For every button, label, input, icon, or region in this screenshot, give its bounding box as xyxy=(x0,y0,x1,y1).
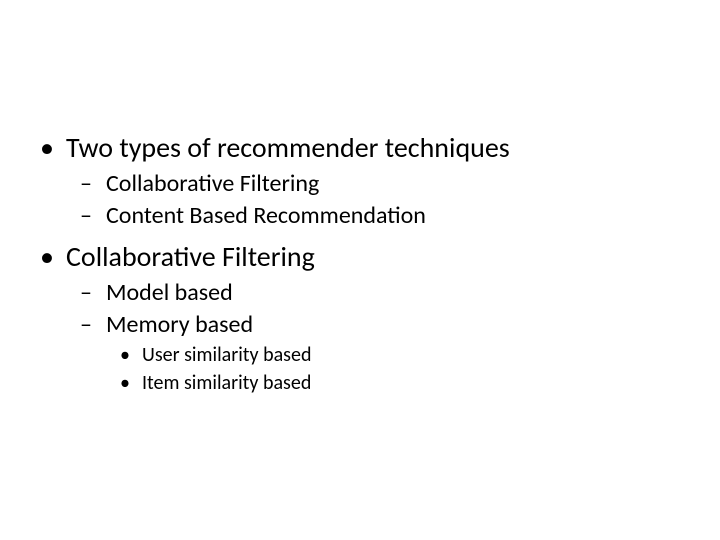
bullet-l3: • Item similarity based xyxy=(40,370,720,396)
bullet-disc-icon: • xyxy=(40,130,66,165)
bullet-text: Content Based Recommendation xyxy=(106,201,720,231)
bullet-text: Memory based xyxy=(106,310,720,340)
bullet-dash-icon: – xyxy=(80,169,106,199)
bullet-text: Collaborative Filtering xyxy=(106,169,720,199)
bullet-text: Model based xyxy=(106,278,720,308)
slide: • Two types of recommender techniques – … xyxy=(0,0,720,540)
bullet-text: User similarity based xyxy=(142,342,720,368)
bullet-l1: • Two types of recommender techniques xyxy=(40,130,720,165)
bullet-l2: – Memory based xyxy=(40,310,720,340)
bullet-dash-icon: – xyxy=(80,201,106,231)
bullet-l1: • Collaborative Filtering xyxy=(40,239,720,274)
bullet-dash-icon: – xyxy=(80,278,106,308)
bullet-disc-icon: • xyxy=(120,370,142,396)
bullet-dash-icon: – xyxy=(80,310,106,340)
bullet-l3: • User similarity based xyxy=(40,342,720,368)
bullet-l2: – Collaborative Filtering xyxy=(40,169,720,199)
bullet-l2: – Content Based Recommendation xyxy=(40,201,720,231)
bullet-l2: – Model based xyxy=(40,278,720,308)
bullet-text: Collaborative Filtering xyxy=(66,239,720,274)
bullet-text: Two types of recommender techniques xyxy=(66,130,720,165)
bullet-disc-icon: • xyxy=(120,342,142,368)
bullet-text: Item similarity based xyxy=(142,370,720,396)
bullet-disc-icon: • xyxy=(40,239,66,274)
